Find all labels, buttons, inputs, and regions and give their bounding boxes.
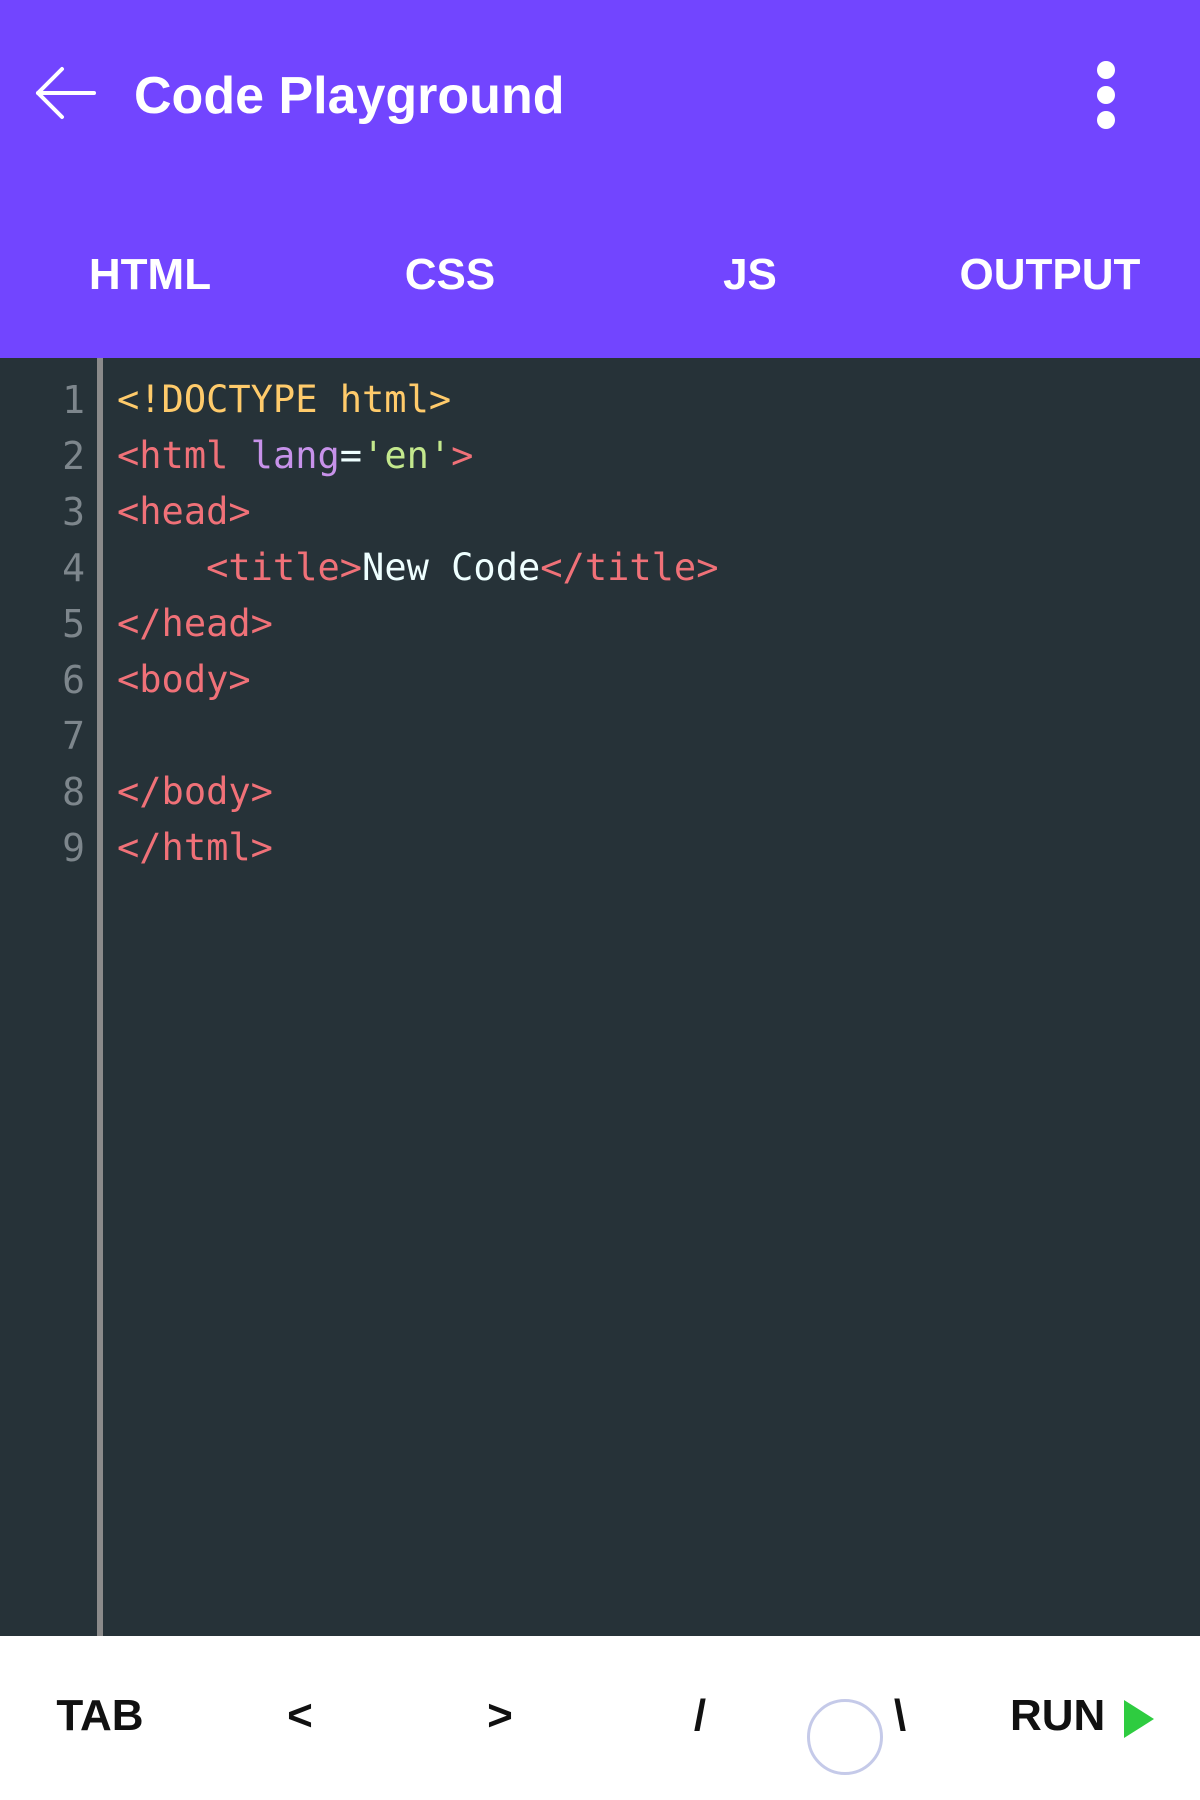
code-line[interactable]: <!DOCTYPE html> — [117, 372, 1187, 428]
play-icon — [1124, 1700, 1154, 1738]
tab-bar: HTML CSS JS OUTPUT — [0, 235, 1200, 315]
code-token: > — [451, 434, 474, 477]
code-line[interactable]: </html> — [117, 820, 1187, 876]
line-number: 4 — [62, 546, 85, 590]
code-token: lang — [250, 434, 340, 477]
code-token: <html — [117, 434, 229, 477]
code-area[interactable]: <!DOCTYPE html> <html lang='en'> <head> <t… — [117, 372, 1187, 876]
code-line[interactable]: </head> — [117, 596, 1187, 652]
code-token: <head> — [117, 490, 251, 533]
line-number: 5 — [62, 602, 85, 646]
code-token: </html> — [117, 826, 273, 869]
more-options-button[interactable] — [1072, 50, 1140, 140]
key-less-than[interactable]: < — [250, 1676, 350, 1756]
code-line[interactable]: <head> — [117, 484, 1187, 540]
run-label: RUN — [1010, 1691, 1106, 1740]
code-line[interactable]: <html lang='en'> — [117, 428, 1187, 484]
touch-indicator — [807, 1699, 883, 1775]
line-number: 1 — [62, 378, 85, 422]
code-token: New Code — [362, 546, 541, 589]
line-number: 6 — [62, 658, 85, 702]
app-bar: Code Playground HTML CSS JS OUTPUT — [0, 0, 1200, 358]
code-line[interactable]: <title>New Code</title> — [117, 540, 1187, 596]
tab-css[interactable]: CSS — [300, 235, 600, 315]
code-token: </head> — [117, 602, 273, 645]
toolbar: Code Playground — [0, 0, 1200, 195]
extra-keys-bar: TAB < > / \ RUN — [0, 1636, 1200, 1800]
key-greater-than[interactable]: > — [450, 1676, 550, 1756]
line-number: 8 — [62, 770, 85, 814]
line-number-gutter: 1 2 3 4 5 6 7 8 9 — [0, 358, 97, 1636]
line-number: 9 — [62, 826, 85, 870]
tab-js[interactable]: JS — [600, 235, 900, 315]
code-editor[interactable]: 1 2 3 4 5 6 7 8 9 <!DOCTYPE html> <html lang='en'… — [0, 358, 1200, 1636]
more-vert-icon — [1097, 61, 1115, 129]
line-number: 3 — [62, 490, 85, 534]
code-token: <body> — [117, 658, 251, 701]
code-token: <title> — [206, 546, 363, 589]
arrow-left-icon — [36, 67, 96, 119]
code-token: = — [339, 434, 363, 477]
gutter-divider — [97, 358, 103, 1636]
page-title: Code Playground — [134, 67, 565, 125]
code-line[interactable]: </body> — [117, 764, 1187, 820]
run-button[interactable]: RUN — [996, 1676, 1186, 1756]
key-tab[interactable]: TAB — [30, 1676, 170, 1756]
code-token: </title> — [540, 546, 719, 589]
code-token: </body> — [117, 770, 273, 813]
code-line[interactable] — [117, 708, 1187, 764]
line-number: 7 — [62, 714, 85, 758]
code-token: <!DOCTYPE html> — [117, 378, 452, 421]
code-line[interactable]: <body> — [117, 652, 1187, 708]
line-number: 2 — [62, 434, 85, 478]
tab-output[interactable]: OUTPUT — [900, 235, 1200, 315]
tab-html[interactable]: HTML — [0, 235, 300, 315]
back-button[interactable] — [28, 55, 104, 131]
key-slash[interactable]: / — [650, 1676, 750, 1756]
code-token: 'en' — [362, 434, 452, 477]
